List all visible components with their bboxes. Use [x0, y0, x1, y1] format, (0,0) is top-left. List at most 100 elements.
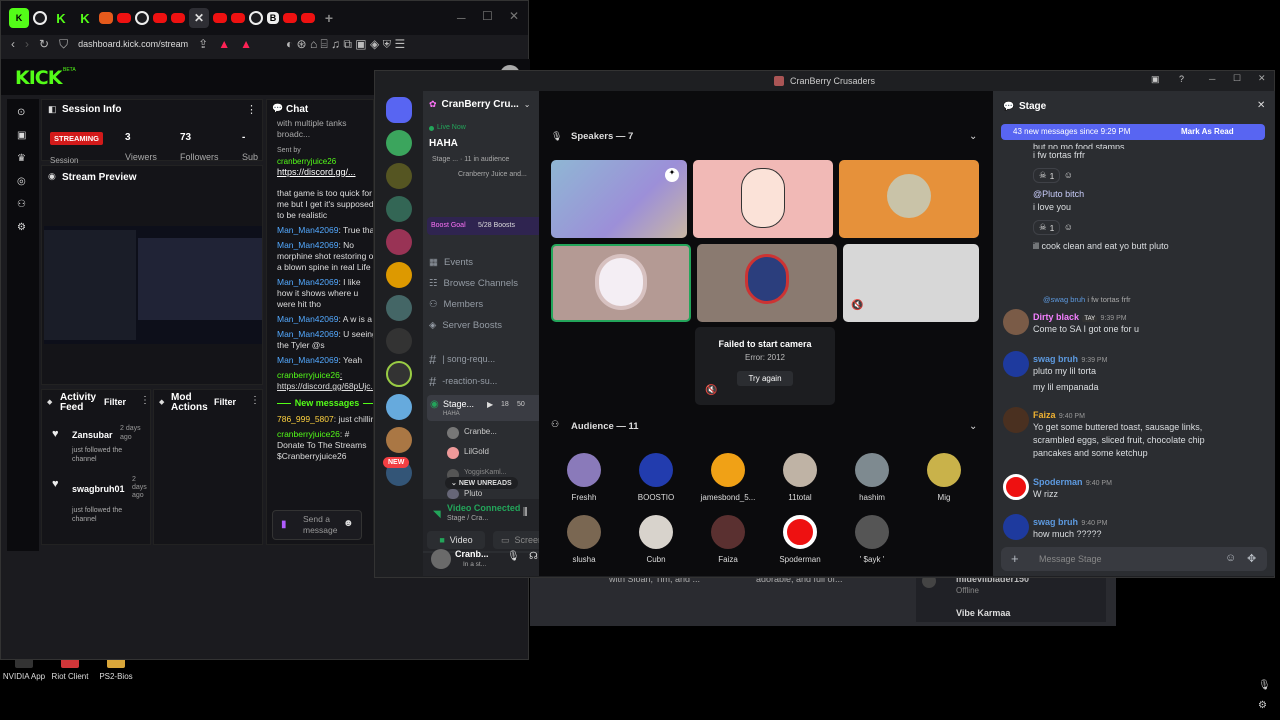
stream-preview-video[interactable] [44, 226, 262, 344]
tab-icon[interactable] [171, 13, 185, 23]
collapse-icon[interactable]: ⌄ [969, 421, 977, 432]
chat-username[interactable]: cranberryjuice26 [277, 157, 336, 166]
filter-button[interactable]: Filter [104, 397, 126, 407]
mention[interactable]: @Pluto bitch [1033, 189, 1084, 199]
add-attachment-icon[interactable]: + [1011, 551, 1019, 566]
add-reaction-icon[interactable]: ☺ [1064, 222, 1073, 232]
more-icon[interactable]: ⋮ [246, 103, 257, 116]
more-icon[interactable]: ⋮ [140, 395, 150, 406]
tab-icon[interactable] [33, 11, 47, 25]
chat-username[interactable]: cranberryjuice26 [277, 370, 340, 380]
send-message-input[interactable]: ▮ Send a message ☻ [272, 510, 362, 540]
member-name[interactable]: Vibe Karmaa [956, 608, 1010, 618]
chat-username[interactable]: Man_Man42069 [277, 240, 338, 250]
audience-member[interactable]: Cubn [627, 515, 685, 564]
server-icon[interactable] [386, 163, 412, 189]
tab-icon[interactable]: K [51, 8, 71, 28]
tab-active[interactable]: ✕ [189, 8, 209, 28]
server-icon[interactable] [386, 262, 412, 288]
chat-username[interactable]: cranberryjuice26 [277, 429, 340, 439]
dashboard-icon[interactable]: ▣ [17, 130, 39, 141]
channel-song-requests[interactable]: # | song-requ... [429, 352, 495, 367]
kick-logo[interactable]: KICK [15, 67, 62, 89]
emoji-icon[interactable]: ☻ [343, 518, 354, 529]
stream-icon[interactable]: ⊙ [17, 107, 39, 118]
avatar[interactable] [1003, 514, 1029, 540]
server-icon[interactable] [386, 361, 412, 387]
server-icon[interactable] [386, 427, 412, 453]
speaker-tile[interactable] [839, 160, 979, 238]
brave-icon[interactable]: ▲ [218, 37, 230, 51]
server-icon[interactable] [386, 328, 412, 354]
server-icon[interactable] [386, 229, 412, 255]
stage-member[interactable]: LilGold [447, 447, 489, 459]
maximize-icon[interactable]: ☐ [1233, 73, 1241, 84]
speaker-tile[interactable] [693, 160, 833, 238]
new-unreads-pill[interactable]: ⌄ NEW UNREADS [445, 477, 518, 489]
tab-icon[interactable] [213, 13, 227, 23]
collapse-icon[interactable]: ⌄ [969, 131, 977, 142]
chat-username[interactable]: Man_Man42069 [277, 329, 338, 339]
tab-icon[interactable] [99, 12, 113, 24]
avatar[interactable] [1003, 474, 1029, 500]
tab-icon[interactable] [231, 13, 245, 23]
tab-icon[interactable]: K [9, 8, 29, 28]
share-icon[interactable]: ⇪ [198, 37, 208, 51]
stage-channel[interactable]: ◉ Stage... HAHA ▶ 18 50 [427, 395, 555, 421]
inbox-icon[interactable]: ▣ [1151, 74, 1160, 85]
avatar[interactable] [1003, 309, 1029, 335]
tab-icon[interactable]: K [75, 8, 95, 28]
close-icon[interactable]: ✕ [509, 9, 519, 23]
voice-title[interactable]: Video Connected [447, 503, 520, 513]
settings-tray-icon[interactable]: ⚙ [1258, 700, 1268, 712]
server-icon[interactable] [386, 196, 412, 222]
video-button[interactable]: ■ Video [427, 531, 485, 549]
back-icon[interactable]: ‹ [11, 37, 15, 51]
channel-reaction[interactable]: # -reaction-su... [429, 374, 497, 389]
tab-icon[interactable] [135, 11, 149, 25]
mic-icon[interactable]: 🎙 [507, 551, 520, 562]
tab-icon[interactable] [117, 13, 131, 23]
audience-member[interactable]: 11total [771, 453, 829, 502]
discord-home-icon[interactable] [386, 97, 412, 123]
boost-goal-bar[interactable]: Boost Goal 5/28 Boosts [427, 217, 554, 235]
message-author[interactable]: swag bruh [1033, 354, 1078, 364]
maximize-icon[interactable]: ☐ [482, 9, 493, 23]
server-icon[interactable] [386, 295, 412, 321]
bookmark-icon[interactable]: ⛉ [59, 37, 68, 52]
try-again-button[interactable]: Try again [737, 371, 793, 386]
chat-link[interactable]: https://discord.gg/... [277, 167, 356, 177]
apps-icon[interactable]: ✥ [1247, 552, 1256, 565]
reply-user[interactable]: @swag bruh [1043, 295, 1085, 304]
filter-button[interactable]: Filter [214, 397, 236, 407]
server-icon[interactable] [386, 394, 412, 420]
tab-icon[interactable] [249, 11, 263, 25]
users-icon[interactable]: ⚇ [17, 199, 39, 210]
speaker-tile[interactable] [697, 244, 837, 322]
target-icon[interactable]: ◎ [17, 176, 39, 187]
mic-tray-icon[interactable]: 🎙 [1258, 680, 1271, 692]
chat-username[interactable]: Man_Man42069 [277, 355, 338, 365]
tab-icon[interactable] [301, 13, 315, 23]
audience-member[interactable]: slusha [555, 515, 613, 564]
server-header[interactable]: ✿ CranBerry Cru... ⌄ [429, 99, 531, 110]
audience-member[interactable]: BOOSTIO [627, 453, 685, 502]
avatar[interactable] [1003, 351, 1029, 377]
mark-as-read-button[interactable]: Mark As Read [1181, 127, 1234, 136]
live-card[interactable]: Live Now ✕ HAHA Stage ... · 11 in audien… [426, 121, 553, 185]
minimize-icon[interactable]: ─ [1209, 74, 1215, 84]
chat-username[interactable]: Man_Man42069 [277, 277, 338, 287]
stage-member[interactable]: Pluto [447, 489, 482, 499]
more-icon[interactable]: ⋮ [250, 395, 260, 406]
server-icon[interactable] [386, 130, 412, 156]
close-icon[interactable]: ✕ [1258, 73, 1266, 84]
speaker-tile[interactable]: 🔇 [843, 244, 979, 322]
audience-member[interactable]: jamesbond_5... [699, 453, 757, 502]
voice-wave-icon[interactable]: ⫼ [523, 507, 528, 518]
speaker-tile[interactable] [551, 244, 691, 322]
message-author[interactable]: Dirty black [1033, 312, 1079, 322]
close-chat-icon[interactable]: ✕ [1257, 100, 1265, 111]
message-author[interactable]: Faiza [1033, 410, 1056, 420]
chat-username[interactable]: Man_Man42069 [277, 314, 338, 324]
speaker-tile[interactable]: ✦ [551, 160, 687, 238]
